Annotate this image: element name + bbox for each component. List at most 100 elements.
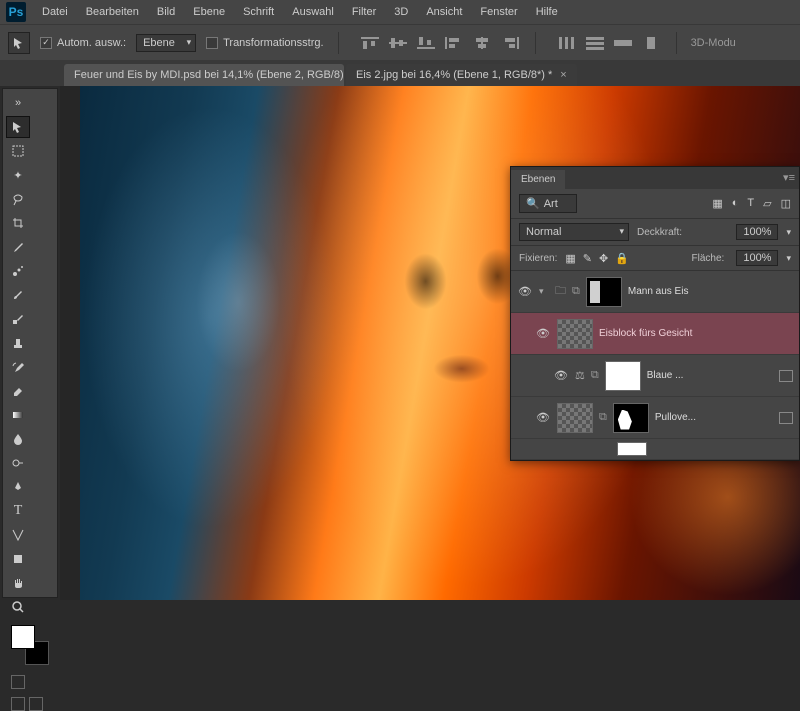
lock-position-icon[interactable]: ✥: [599, 252, 608, 265]
filter-smart-icon[interactable]: ◫: [781, 197, 791, 210]
type-tool[interactable]: T: [6, 500, 30, 522]
align-icons-group: [359, 35, 521, 51]
menu-bearbeiten[interactable]: Bearbeiten: [78, 3, 147, 21]
distribute-icon[interactable]: [640, 35, 662, 51]
foreground-color-swatch[interactable]: [11, 625, 35, 649]
layer-name[interactable]: Eisblock fürs Gesicht: [599, 328, 793, 339]
layers-tab[interactable]: Ebenen: [511, 170, 565, 189]
layer-name[interactable]: Blaue ...: [647, 370, 773, 381]
filter-adjust-icon[interactable]: ◐: [732, 197, 739, 210]
opacity-value[interactable]: 100%: [736, 224, 778, 240]
layer-name[interactable]: Pullove...: [655, 412, 773, 423]
lock-transparency-icon[interactable]: ▦: [565, 252, 575, 265]
healing-brush-tool[interactable]: [6, 260, 30, 282]
filter-shape-icon[interactable]: ▱: [763, 197, 771, 210]
quick-mask-toggle[interactable]: [11, 675, 25, 689]
align-vcenter-icon[interactable]: [387, 35, 409, 51]
auto-select-checkbox[interactable]: Autom. ausw.:: [40, 37, 126, 49]
menu-3d[interactable]: 3D: [386, 3, 416, 21]
chevron-down-icon[interactable]: ▾: [786, 227, 791, 238]
layer-row[interactable]: [511, 439, 799, 460]
lock-pixels-icon[interactable]: ✎: [583, 252, 592, 265]
align-top-icon[interactable]: [359, 35, 381, 51]
menu-auswahl[interactable]: Auswahl: [284, 3, 342, 21]
mask-thumbnail[interactable]: [605, 361, 641, 391]
visibility-icon[interactable]: 👁: [553, 369, 569, 382]
marquee-tool[interactable]: [6, 140, 30, 162]
layer-thumbnail[interactable]: [557, 319, 593, 349]
visibility-icon[interactable]: 👁: [517, 285, 533, 298]
align-right-icon[interactable]: [499, 35, 521, 51]
layer-name[interactable]: Mann aus Eis: [628, 286, 793, 297]
align-hcenter-icon[interactable]: [471, 35, 493, 51]
menu-bild[interactable]: Bild: [149, 3, 183, 21]
fx-icon[interactable]: [779, 370, 793, 382]
transform-label: Transformationsstrg.: [223, 37, 323, 49]
screen-mode-toggle[interactable]: [11, 697, 43, 711]
magic-wand-tool[interactable]: ✦: [6, 164, 30, 186]
pen-tool[interactable]: [6, 476, 30, 498]
align-left-icon[interactable]: [443, 35, 465, 51]
panel-menu-icon[interactable]: ▾≡: [783, 171, 795, 184]
workspace: » ✦ T Ebenen ▾≡: [0, 86, 800, 600]
clone-stamp-tool[interactable]: [6, 332, 30, 354]
menu-ebene[interactable]: Ebene: [185, 3, 233, 21]
menu-hilfe[interactable]: Hilfe: [528, 3, 566, 21]
layer-row[interactable]: 👁 Eisblock fürs Gesicht: [511, 313, 799, 355]
blend-mode-dropdown[interactable]: Normal: [519, 223, 629, 241]
path-tool[interactable]: [6, 524, 30, 546]
disclosure-triangle-icon[interactable]: ▾: [539, 286, 549, 297]
auto-select-target-dropdown[interactable]: Ebene: [136, 34, 196, 52]
distribute-icon[interactable]: [584, 35, 606, 51]
document-tab[interactable]: Eis 2.jpg bei 16,4% (Ebene 1, RGB/8*) * …: [346, 64, 577, 86]
close-icon[interactable]: ×: [560, 69, 566, 81]
search-icon: 🔍: [526, 197, 540, 210]
layer-thumbnail[interactable]: [586, 277, 622, 307]
eyedropper-tool[interactable]: [6, 236, 30, 258]
gradient-tool[interactable]: [6, 404, 30, 426]
canvas[interactable]: Ebenen ▾≡ 🔍 Art ▦ ◐ T ▱ ◫ Normal Deckkra…: [60, 86, 800, 600]
menu-ansicht[interactable]: Ansicht: [418, 3, 470, 21]
layer-row[interactable]: 👁 ⚖ ⧉ Blaue ...: [511, 355, 799, 397]
lock-all-icon[interactable]: 🔒: [615, 252, 629, 265]
document-tab[interactable]: Feuer und Eis by MDI.psd bei 14,1% (Eben…: [64, 64, 344, 86]
tab-collapse-icon[interactable]: »: [6, 92, 30, 114]
opacity-label: Deckkraft:: [637, 227, 682, 238]
distribute-icon[interactable]: [556, 35, 578, 51]
spot-heal-tool[interactable]: [6, 308, 30, 330]
hand-tool[interactable]: [6, 572, 30, 594]
eraser-tool[interactable]: [6, 380, 30, 402]
crop-tool[interactable]: [6, 212, 30, 234]
filter-type-dropdown[interactable]: 🔍 Art: [519, 194, 577, 213]
menu-datei[interactable]: Datei: [34, 3, 76, 21]
align-bottom-icon[interactable]: [415, 35, 437, 51]
brush-tool[interactable]: [6, 284, 30, 306]
move-tool-icon[interactable]: [8, 32, 30, 54]
chevron-down-icon[interactable]: ▾: [786, 253, 791, 264]
layer-row[interactable]: 👁 ▾ 🗀 ⧉ Mann aus Eis: [511, 271, 799, 313]
filter-image-icon[interactable]: ▦: [712, 197, 722, 210]
zoom-tool[interactable]: [6, 596, 30, 618]
filter-type-icon[interactable]: T: [747, 197, 754, 210]
transform-controls-checkbox[interactable]: Transformationsstrg.: [206, 37, 323, 49]
lock-fill-row: Fixieren: ▦ ✎ ✥ 🔒 Fläche: 100% ▾: [511, 246, 799, 271]
visibility-icon[interactable]: 👁: [535, 411, 551, 424]
move-tool[interactable]: [6, 116, 30, 138]
visibility-icon[interactable]: 👁: [535, 327, 551, 340]
menu-schrift[interactable]: Schrift: [235, 3, 282, 21]
layer-row[interactable]: 👁 ⧉ Pullove...: [511, 397, 799, 439]
history-brush-tool[interactable]: [6, 356, 30, 378]
fx-icon[interactable]: [779, 412, 793, 424]
layer-thumbnail[interactable]: [557, 403, 593, 433]
menu-filter[interactable]: Filter: [344, 3, 384, 21]
fill-value[interactable]: 100%: [736, 250, 778, 266]
layer-thumbnail[interactable]: [617, 442, 647, 456]
mask-thumbnail[interactable]: [613, 403, 649, 433]
lasso-tool[interactable]: [6, 188, 30, 210]
blur-tool[interactable]: [6, 428, 30, 450]
menu-fenster[interactable]: Fenster: [472, 3, 525, 21]
shape-tool[interactable]: [6, 548, 30, 570]
dodge-tool[interactable]: [6, 452, 30, 474]
color-swatches[interactable]: [11, 625, 49, 665]
distribute-icon[interactable]: [612, 35, 634, 51]
